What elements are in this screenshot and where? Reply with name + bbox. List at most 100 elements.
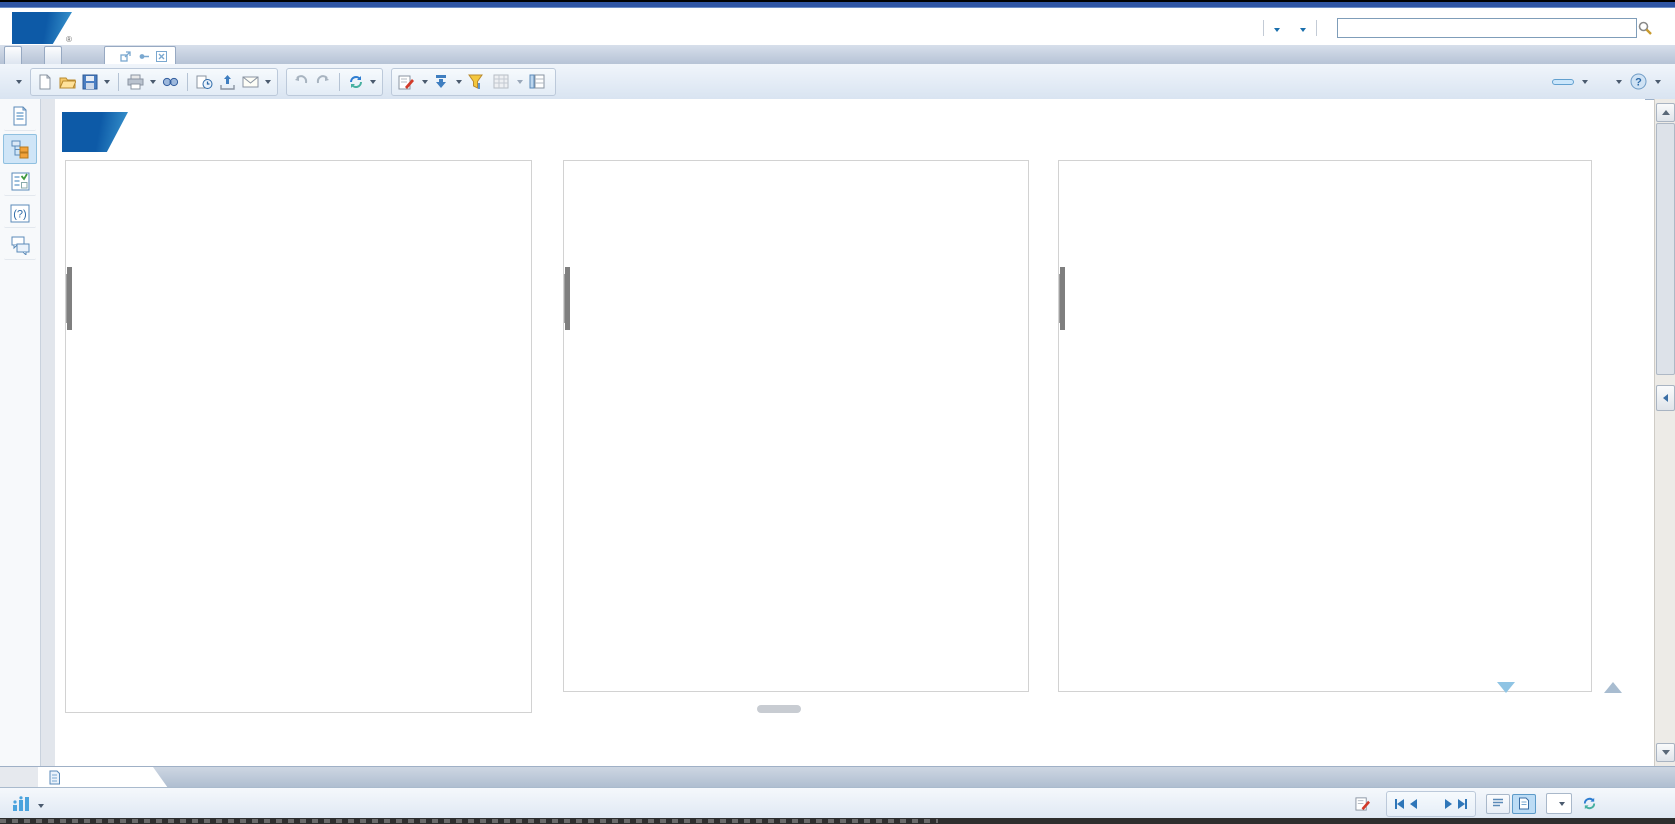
panel-margin <box>1058 160 1592 692</box>
drill-icon <box>434 74 448 90</box>
pareto-bar-chart[interactable] <box>66 373 531 712</box>
panel-sales-revenue <box>563 160 1029 692</box>
bullet-chart[interactable] <box>1059 274 1061 323</box>
mail-options-caret[interactable] <box>265 80 271 84</box>
status-right <box>1355 791 1603 817</box>
page-mode-button[interactable] <box>1512 794 1536 814</box>
toolbar: ? <box>0 64 1675 100</box>
status-left <box>12 796 44 812</box>
drill-button[interactable] <box>434 74 462 90</box>
filter-bar-button[interactable] <box>468 74 487 90</box>
search-area <box>1337 18 1653 38</box>
reading-button[interactable] <box>1552 79 1574 85</box>
redo-icon[interactable] <box>315 74 331 89</box>
search-input[interactable] <box>1337 18 1637 38</box>
freeze-button[interactable] <box>493 74 523 89</box>
refresh-icon <box>1582 796 1597 811</box>
scroll-indicator[interactable] <box>1604 682 1622 693</box>
design-button[interactable] <box>1596 80 1608 84</box>
separator <box>339 73 340 91</box>
bullet-chart[interactable] <box>66 274 68 323</box>
toolbar-group-file <box>30 68 278 96</box>
taskbar-texture <box>0 819 938 823</box>
sidebar-item-document-summary[interactable] <box>4 102 36 131</box>
send-mail-icon[interactable] <box>242 75 259 89</box>
panel-quantity-sold <box>65 160 532 713</box>
web-intelligence-menu[interactable] <box>12 80 22 84</box>
report-tab-sales-analysis[interactable] <box>38 767 168 788</box>
tab-documents[interactable] <box>44 46 62 64</box>
bullet-target-marker <box>565 267 570 330</box>
sidebar-item-navigation-map[interactable] <box>3 134 37 164</box>
sidebar-item-user-prompt[interactable]: (?) <box>4 199 36 228</box>
separator <box>118 73 119 91</box>
search-icon[interactable] <box>1637 20 1653 36</box>
help-menu[interactable] <box>1300 21 1306 35</box>
vertical-scrollbar[interactable] <box>1654 99 1675 766</box>
chevron-down-icon <box>517 80 523 84</box>
help-options-caret[interactable] <box>1655 80 1661 84</box>
open-icon[interactable] <box>59 74 76 90</box>
first-page-button[interactable] <box>1395 799 1404 809</box>
header-links <box>1193 18 1653 38</box>
close-icon[interactable] <box>156 51 167 62</box>
history-icon[interactable] <box>196 74 213 90</box>
donut-chart[interactable] <box>564 361 1028 681</box>
undo-icon[interactable] <box>293 74 309 89</box>
tab-sales-analysis-dashboard[interactable] <box>104 46 176 65</box>
collapse-panel-button[interactable] <box>1656 385 1675 411</box>
app-window: ® <box>0 0 1675 824</box>
help-icon[interactable]: ? <box>1630 73 1647 90</box>
save-options-caret[interactable] <box>104 80 110 84</box>
report-map-icon[interactable] <box>12 796 30 812</box>
applications-menu[interactable] <box>1274 21 1280 35</box>
outline-button[interactable] <box>529 74 549 89</box>
last-page-button[interactable] <box>1458 799 1467 809</box>
input-controls-icon <box>11 172 30 191</box>
report-tab-bar <box>0 766 1675 788</box>
reading-options-caret[interactable] <box>1582 80 1588 84</box>
next-page-button[interactable] <box>1445 799 1452 809</box>
refresh-icon[interactable] <box>348 74 364 90</box>
status-bar <box>0 787 1675 819</box>
sap-logo-shape <box>62 112 128 152</box>
scroll-down-button[interactable] <box>1656 743 1675 762</box>
find-icon[interactable] <box>162 74 179 90</box>
comments-icon <box>10 236 30 255</box>
save-icon[interactable] <box>82 74 98 90</box>
previous-page-button[interactable] <box>1410 799 1417 809</box>
sidebar-item-input-controls[interactable] <box>4 167 36 196</box>
zoom-select[interactable] <box>1546 793 1572 814</box>
separator <box>187 73 188 91</box>
quick-display-mode-button[interactable] <box>1486 794 1510 814</box>
horizontal-scroll-thumb[interactable] <box>757 705 801 713</box>
chevron-down-icon <box>1300 28 1306 32</box>
scrollbar-thumb[interactable] <box>1656 123 1675 375</box>
scroll-up-button[interactable] <box>1656 103 1675 122</box>
track-changes-toggle[interactable] <box>1355 796 1376 811</box>
svg-text:?: ? <box>1635 77 1642 89</box>
print-icon[interactable] <box>127 74 144 90</box>
panel-splitter[interactable] <box>41 99 56 766</box>
undock-icon[interactable] <box>120 51 131 62</box>
export-icon[interactable] <box>219 74 236 90</box>
pin-icon[interactable] <box>138 51 149 62</box>
track-button[interactable] <box>398 74 428 90</box>
chevron-down-icon <box>1559 802 1565 806</box>
user-prompt-icon: (?) <box>10 204 30 223</box>
bullet-chart[interactable] <box>564 274 566 323</box>
scroll-indicator[interactable] <box>1497 682 1515 693</box>
new-document-icon[interactable] <box>37 74 53 90</box>
sap-logo: ® <box>12 12 72 44</box>
sidebar-item-comments[interactable] <box>4 231 36 260</box>
refresh-options-caret[interactable] <box>370 80 376 84</box>
line-chart[interactable] <box>1059 357 1591 691</box>
bullet-target-marker <box>67 267 72 330</box>
design-options-caret[interactable] <box>1616 80 1622 84</box>
report-selector[interactable] <box>38 797 44 811</box>
sap-logo-shape <box>12 12 72 44</box>
refresh-status[interactable] <box>1582 796 1603 811</box>
page-navigation <box>1386 791 1476 817</box>
print-options-caret[interactable] <box>150 80 156 84</box>
tab-home[interactable] <box>4 46 22 64</box>
